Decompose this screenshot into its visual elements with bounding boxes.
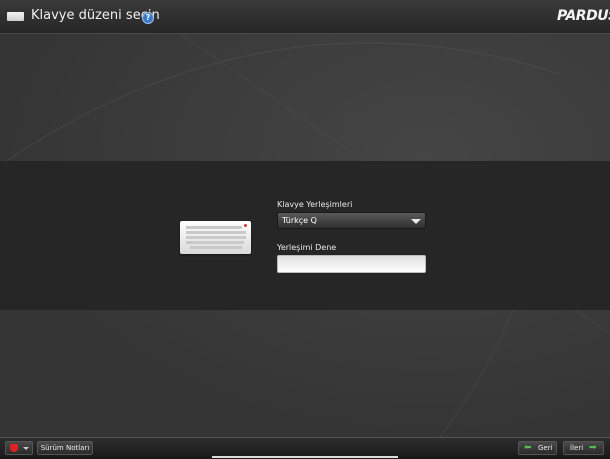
content-band [0, 161, 610, 310]
pardus-logo: PARDUS [557, 8, 610, 24]
arrow-left-icon: ⬅ [524, 443, 532, 453]
next-button[interactable]: İleri ➡ [563, 441, 604, 455]
help-icon[interactable]: ? [142, 12, 154, 24]
release-notes-button[interactable]: Sürüm Notları [37, 441, 93, 455]
keyboard-image [180, 221, 251, 254]
arrow-right-icon: ➡ [589, 443, 597, 453]
next-button-label: İleri [570, 444, 584, 452]
layouts-label: Klavye Yerleşimleri [277, 200, 353, 209]
back-button-label: Geri [538, 444, 553, 452]
header-bar: Klavye düzeni seçin ? PARDUS [0, 0, 610, 34]
test-layout-input[interactable] [277, 255, 426, 273]
keyboard-led [244, 224, 247, 227]
layout-select-value: Türkçe Q [282, 216, 317, 225]
back-button[interactable]: ⬅ Geri [518, 441, 557, 455]
caret-down-icon [23, 447, 29, 450]
test-label: Yerleşimi Dene [277, 243, 337, 252]
pardus-shield-icon [10, 444, 18, 452]
pardus-menu-button[interactable] [5, 441, 33, 455]
page-title: Klavye düzeni seçin [31, 8, 160, 23]
layout-select[interactable]: Türkçe Q [277, 212, 426, 229]
chevron-down-icon [411, 219, 421, 224]
keyboard-icon [7, 12, 24, 21]
